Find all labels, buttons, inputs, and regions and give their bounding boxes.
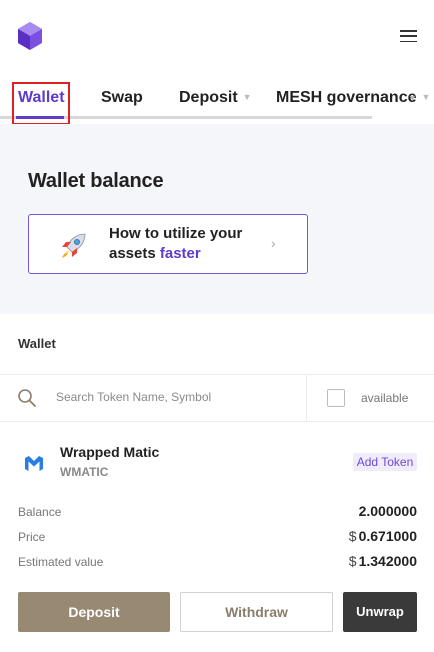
divider — [0, 374, 434, 375]
polygon-matic-icon — [18, 447, 50, 479]
tab-swap[interactable]: Swap — [101, 89, 143, 107]
search-divider — [306, 375, 307, 421]
tabs-overflow-chevron-icon[interactable]: ▼ — [408, 93, 417, 103]
price-value: $0.671000 — [349, 528, 417, 544]
highlight-box — [12, 82, 70, 125]
estimated-amount: 1.342000 — [358, 553, 417, 569]
balance-amount: 2.000000 — [358, 503, 417, 519]
unwrap-button[interactable]: Unwrap — [343, 592, 417, 632]
deposit-button[interactable]: Deposit — [18, 592, 170, 632]
balance-label: Balance — [18, 505, 62, 519]
withdraw-button[interactable]: Withdraw — [180, 592, 333, 632]
promo-line-2: assets faster — [109, 244, 242, 264]
token-name: Wrapped Matic — [60, 444, 160, 460]
tab-swap-label: Swap — [101, 89, 143, 106]
price-currency: $ — [348, 528, 357, 544]
price-label: Price — [18, 530, 46, 544]
token-symbol: WMATIC — [60, 465, 109, 479]
available-label: available — [361, 391, 409, 405]
chevron-down-icon: ▼ — [421, 92, 431, 102]
mesh-logo-icon[interactable] — [16, 21, 44, 51]
promo-banner[interactable]: How to utilize your assets faster › — [28, 214, 308, 274]
hamburger-menu-icon[interactable] — [400, 30, 417, 43]
promo-text: How to utilize your assets faster — [109, 224, 242, 264]
rocket-icon — [62, 233, 86, 258]
token-search-input[interactable] — [48, 380, 298, 414]
search-icon — [18, 389, 36, 407]
tab-mesh-governance-label: MESH governance — [276, 89, 417, 106]
promo-line-1: How to utilize your — [109, 225, 243, 242]
estimated-currency: $ — [348, 553, 357, 569]
available-checkbox[interactable] — [327, 389, 345, 407]
price-amount: 0.671000 — [358, 528, 417, 544]
balance-value: 2.000000 — [357, 503, 417, 519]
wallet-balance-title: Wallet balance — [28, 170, 164, 192]
estimated-value-label: Estimated value — [18, 555, 104, 569]
chevron-down-icon: ▼ — [242, 92, 252, 102]
tab-deposit[interactable]: Deposit ▼ — [179, 89, 252, 107]
tab-deposit-label: Deposit — [179, 89, 238, 106]
chevron-right-icon: › — [271, 235, 276, 251]
top-bar — [0, 0, 434, 74]
wallet-section-label: Wallet — [18, 336, 56, 351]
add-token-button[interactable]: Add Token — [353, 453, 417, 471]
promo-line-2-text: assets — [109, 245, 160, 262]
promo-accent-text: faster — [159, 245, 201, 262]
divider — [0, 421, 434, 422]
estimated-value: $1.342000 — [349, 553, 417, 569]
